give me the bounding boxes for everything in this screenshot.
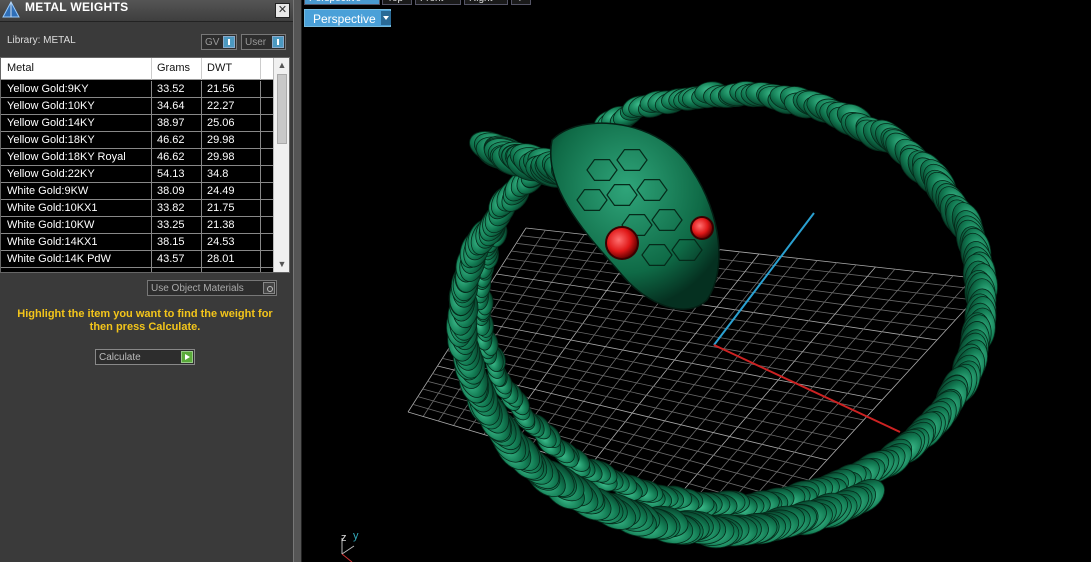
grams-cell: 38.09 xyxy=(157,185,185,197)
metal-weights-panel: METAL WEIGHTS ✕ Library: METAL GV User M… xyxy=(0,0,293,562)
toggle-info-icon xyxy=(223,36,235,48)
view-tab[interactable]: Front xyxy=(415,0,461,5)
table-row[interactable]: Yellow Gold:10KY 34.64 22.27 xyxy=(1,98,273,115)
grams-cell: 46.62 xyxy=(157,151,185,163)
column-divider[interactable] xyxy=(151,58,152,80)
panel-splitter[interactable] xyxy=(293,0,302,562)
metal-name-cell: White Gold:14K PdW xyxy=(7,253,111,265)
dwt-cell: 29.98 xyxy=(207,134,235,146)
view-tab[interactable]: Right xyxy=(464,0,508,5)
calculate-button[interactable]: Calculate xyxy=(95,349,195,365)
table-row[interactable]: White Gold:14K PdW 43.57 28.01 xyxy=(1,251,273,268)
dwt-cell: 25.06 xyxy=(207,117,235,129)
close-icon[interactable]: ✕ xyxy=(275,3,290,18)
column-divider[interactable] xyxy=(260,58,261,80)
app-logo-icon xyxy=(2,1,20,19)
dwt-cell: 21.56 xyxy=(207,83,235,95)
table-row[interactable]: White Gold:9KW 38.09 24.49 xyxy=(1,183,273,200)
table-body: Yellow Gold:9KY 33.52 21.56 Yellow Gold:10K… xyxy=(1,81,273,268)
calculate-label: Calculate xyxy=(99,352,141,363)
metal-name-cell: Yellow Gold:14KY xyxy=(7,117,95,129)
metal-name-cell: Yellow Gold:10KY xyxy=(7,100,95,112)
view-tab[interactable]: Perspective xyxy=(304,0,380,5)
table-row[interactable]: Yellow Gold:14KY 38.97 25.06 xyxy=(1,115,273,132)
column-divider[interactable] xyxy=(201,58,202,80)
dwt-cell: 22.27 xyxy=(207,100,235,112)
dwt-cell: 29.98 xyxy=(207,151,235,163)
view-tab[interactable]: 4 xyxy=(511,0,531,5)
library-label: Library: METAL xyxy=(7,35,76,46)
viewport-tabs: PerspectiveTopFrontRight4 xyxy=(302,0,1091,8)
metal-name-cell: White Gold:10KX1 xyxy=(7,202,98,214)
axis-z-label: z xyxy=(341,532,347,544)
panel-title: METAL WEIGHTS xyxy=(25,0,128,14)
metal-name-cell: Yellow Gold:18KY Royal xyxy=(7,151,126,163)
dwt-cell: 34.8 xyxy=(207,168,228,180)
snake-eye xyxy=(606,227,638,259)
instruction-text: Highlight the item you want to find the … xyxy=(10,308,280,334)
radio-icon[interactable] xyxy=(263,282,275,294)
use-object-materials-checkbox[interactable]: Use Object Materials xyxy=(147,280,277,296)
snake-eye xyxy=(691,217,713,239)
grams-cell: 34.64 xyxy=(157,100,185,112)
dwt-cell: 28.01 xyxy=(207,253,235,265)
table-row[interactable]: Yellow Gold:22KY 54.13 34.8 xyxy=(1,166,273,183)
user-toggle[interactable]: User xyxy=(241,34,286,50)
table-row[interactable]: White Gold:10KX1 33.82 21.75 xyxy=(1,200,273,217)
view-tab[interactable]: Top xyxy=(382,0,412,5)
table-row[interactable]: Yellow Gold:9KY 33.52 21.56 xyxy=(1,81,273,98)
use-object-materials-label: Use Object Materials xyxy=(151,283,244,294)
user-label: User xyxy=(245,37,266,48)
metal-name-cell: Yellow Gold:9KY xyxy=(7,83,89,95)
dwt-cell: 24.53 xyxy=(207,236,235,248)
metal-name-cell: White Gold:14KX1 xyxy=(7,236,98,248)
grams-cell: 33.25 xyxy=(157,219,185,231)
scroll-down-icon[interactable]: ▼ xyxy=(274,257,290,271)
metal-name-cell: Yellow Gold:18KY xyxy=(7,134,95,146)
table-row[interactable]: White Gold:10KW 33.25 21.38 xyxy=(1,217,273,234)
column-header-grams[interactable]: Grams xyxy=(157,62,190,74)
metal-name-cell: White Gold:9KW xyxy=(7,185,88,197)
metal-weights-table: Metal Grams DWT Yellow Gold:9KY 33.52 21.5… xyxy=(0,57,290,273)
chevron-down-icon[interactable] xyxy=(381,11,391,25)
scene-canvas[interactable]: z y xyxy=(302,0,1091,562)
metal-name-cell: Yellow Gold:22KY xyxy=(7,168,95,180)
column-header-metal[interactable]: Metal xyxy=(7,62,34,74)
toggle-info-icon xyxy=(272,36,284,48)
viewport-3d[interactable]: z y PerspectiveTopFrontRight4 Perspectiv… xyxy=(302,0,1091,562)
scroll-up-icon[interactable]: ▲ xyxy=(274,58,290,72)
table-row[interactable]: White Gold:14KX1 38.15 24.53 xyxy=(1,234,273,251)
scroll-thumb[interactable] xyxy=(277,74,287,144)
grams-cell: 46.62 xyxy=(157,134,185,146)
grams-cell: 38.15 xyxy=(157,236,185,248)
metal-name-cell: White Gold:10KW xyxy=(7,219,94,231)
grams-cell: 43.57 xyxy=(157,253,185,265)
table-header: Metal Grams DWT xyxy=(1,58,273,80)
view-mode-dropdown[interactable]: Perspective xyxy=(304,9,391,27)
grams-cell: 54.13 xyxy=(157,168,185,180)
grams-cell: 33.82 xyxy=(157,202,185,214)
gv-toggle[interactable]: GV xyxy=(201,34,237,50)
dwt-cell: 24.49 xyxy=(207,185,235,197)
column-header-dwt[interactable]: DWT xyxy=(207,62,232,74)
grams-cell: 33.52 xyxy=(157,83,185,95)
table-row[interactable]: Yellow Gold:18KY Royal 46.62 29.98 xyxy=(1,149,273,166)
table-row[interactable]: Yellow Gold:18KY 46.62 29.98 xyxy=(1,132,273,149)
gv-label: GV xyxy=(205,37,219,48)
axis-y-label: y xyxy=(353,530,359,542)
axis-triad: z y xyxy=(341,530,359,562)
dwt-cell: 21.38 xyxy=(207,219,235,231)
grams-cell: 38.97 xyxy=(157,117,185,129)
panel-title-bar: METAL WEIGHTS ✕ xyxy=(0,0,293,22)
view-mode-label: Perspective xyxy=(313,12,376,26)
play-icon[interactable] xyxy=(181,351,193,363)
dwt-cell: 21.75 xyxy=(207,202,235,214)
table-scrollbar[interactable]: ▲ ▼ xyxy=(273,58,289,272)
